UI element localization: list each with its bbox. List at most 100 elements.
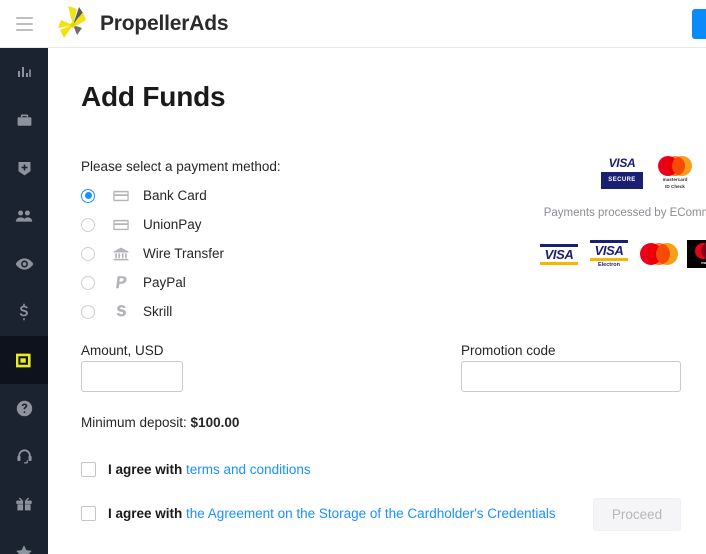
visa-electron-sub-text: Electron xyxy=(597,262,620,268)
page-title: Add Funds xyxy=(81,81,226,112)
visa-electron-bar-bottom xyxy=(590,258,628,261)
cardholder-agreement-row[interactable]: I agree with the Agreement on the Storag… xyxy=(81,506,556,521)
header-actions xyxy=(692,9,706,44)
sidebar xyxy=(0,48,48,554)
credit-card-icon xyxy=(112,219,130,231)
terms-checkbox[interactable] xyxy=(81,462,96,477)
visa-electron-logo-text: VISA xyxy=(594,243,624,258)
cardholder-agreement-link[interactable]: the Agreement on the Storage of the Card… xyxy=(186,506,556,521)
visa-logo: VISA xyxy=(537,240,581,268)
promotion-code-input[interactable] xyxy=(461,361,681,392)
radio-paypal[interactable] xyxy=(81,275,95,290)
visa-bar-bottom xyxy=(540,261,578,265)
payment-method-wire-transfer[interactable]: Wire Transfer xyxy=(81,239,381,268)
sidebar-item-add-funds[interactable] xyxy=(0,336,48,384)
badge-plus-icon xyxy=(17,160,32,177)
users-icon xyxy=(15,209,33,223)
bank-icon xyxy=(112,247,130,261)
cardholder-agreement-prefix: I agree with xyxy=(108,506,187,521)
paypal-icon xyxy=(112,275,130,291)
mastercard-caption-2: ID Check xyxy=(665,184,685,189)
hamburger-line xyxy=(15,16,33,19)
security-badges: VISA SECURE mastercard ID Check xyxy=(601,156,694,190)
eye-icon xyxy=(15,257,34,271)
brand-name: PropellerAds xyxy=(100,12,229,35)
terms-agreement-row[interactable]: I agree with terms and conditions xyxy=(81,462,311,477)
hamburger-line xyxy=(15,28,33,31)
payment-method-label: Please select a payment method: xyxy=(81,159,281,174)
skrill-icon xyxy=(112,304,130,319)
radio-skrill[interactable] xyxy=(81,304,95,319)
visa-logo-text: VISA xyxy=(544,246,574,262)
credit-card-icon xyxy=(112,190,130,202)
amount-label: Amount, USD xyxy=(81,343,164,358)
sidebar-item-audiences[interactable] xyxy=(0,192,48,240)
sidebar-item-create-campaign[interactable] xyxy=(0,144,48,192)
radio-unionpay[interactable] xyxy=(81,217,95,232)
hamburger-line xyxy=(15,22,33,25)
wallet-icon xyxy=(15,352,33,369)
promotion-code-label: Promotion code xyxy=(461,343,556,358)
mastercard-circle-overlap xyxy=(648,243,670,265)
payment-method-paypal[interactable]: PayPal xyxy=(81,268,381,297)
visa-secure-tag: SECURE xyxy=(601,172,643,189)
radio-bank-card[interactable] xyxy=(81,188,95,203)
app-root: PropellerAds Add Funds Please select a p… xyxy=(0,0,706,554)
payment-method-list: Bank Card UnionPay Wire Transfer PayPal … xyxy=(81,181,381,326)
payment-method-label-paypal: PayPal xyxy=(143,275,186,290)
mastercard-caption-1: mastercard xyxy=(662,177,688,182)
sidebar-item-help[interactable] xyxy=(0,384,48,432)
terms-agreement-prefix: I agree with xyxy=(108,462,187,477)
payment-method-label-bank-card: Bank Card xyxy=(143,188,207,203)
accepted-cards: VISA VISA Electron m xyxy=(521,240,706,268)
terms-and-conditions-link[interactable]: terms and conditions xyxy=(186,462,311,477)
sidebar-item-support[interactable] xyxy=(0,432,48,480)
minimum-deposit-prefix: Minimum deposit: xyxy=(81,415,191,430)
mastercard-circle-overlap xyxy=(665,156,685,176)
sidebar-item-monitoring[interactable] xyxy=(0,240,48,288)
visa-secure-word: VISA xyxy=(608,156,636,170)
headset-icon xyxy=(16,448,33,465)
gift-icon xyxy=(15,496,33,512)
mastercard-circles-icon xyxy=(640,243,678,265)
minimum-deposit: Minimum deposit: $100.00 xyxy=(81,415,239,430)
mastercard-circles-icon xyxy=(658,156,692,176)
sidebar-item-statistics[interactable] xyxy=(0,48,48,96)
mastercard-logo xyxy=(637,240,681,268)
processed-by-text: Payments processed by ECommPay xyxy=(543,207,706,219)
payment-method-unionpay[interactable]: UnionPay xyxy=(81,210,381,239)
terms-agreement-text: I agree with terms and conditions xyxy=(108,462,311,477)
visa-electron-logo: VISA Electron xyxy=(587,240,631,268)
amount-input[interactable] xyxy=(81,361,183,392)
payment-method-label-wire-transfer: Wire Transfer xyxy=(143,246,225,261)
app-header: PropellerAds xyxy=(0,0,706,48)
sidebar-item-favorites[interactable] xyxy=(0,528,48,554)
sidebar-item-campaigns[interactable] xyxy=(0,96,48,144)
cardholder-checkbox[interactable] xyxy=(81,506,96,521)
sidebar-item-promo[interactable] xyxy=(0,480,48,528)
briefcase-icon xyxy=(16,112,33,128)
header-action-button[interactable] xyxy=(692,9,706,39)
main-content: Add Funds Please select a payment method… xyxy=(48,48,706,554)
payment-method-label-skrill: Skrill xyxy=(143,304,173,319)
maestro-logo: maestro xyxy=(687,240,706,268)
maestro-circles-icon xyxy=(695,242,706,259)
hamburger-menu-icon[interactable] xyxy=(0,0,48,48)
payment-method-skrill[interactable]: Skrill xyxy=(81,297,381,326)
maestro-caption: maestro xyxy=(701,259,706,265)
radio-wire-transfer[interactable] xyxy=(81,246,95,261)
sidebar-item-billing[interactable] xyxy=(0,288,48,336)
dollar-icon xyxy=(18,303,30,321)
visa-secure-badge: VISA SECURE xyxy=(601,157,643,189)
payment-method-bank-card[interactable]: Bank Card xyxy=(81,181,381,210)
minimum-deposit-value: $100.00 xyxy=(190,415,240,430)
proceed-button[interactable]: Proceed xyxy=(593,498,681,531)
cardholder-agreement-text: I agree with the Agreement on the Storag… xyxy=(108,506,556,521)
brand[interactable]: PropellerAds xyxy=(52,4,229,44)
bar-chart-icon xyxy=(16,64,32,80)
help-circle-icon xyxy=(16,400,33,417)
star-icon xyxy=(15,544,33,554)
mastercard-idcheck-badge: mastercard ID Check xyxy=(656,156,694,190)
propeller-logo-icon xyxy=(52,4,94,44)
payment-method-label-unionpay: UnionPay xyxy=(143,217,202,232)
